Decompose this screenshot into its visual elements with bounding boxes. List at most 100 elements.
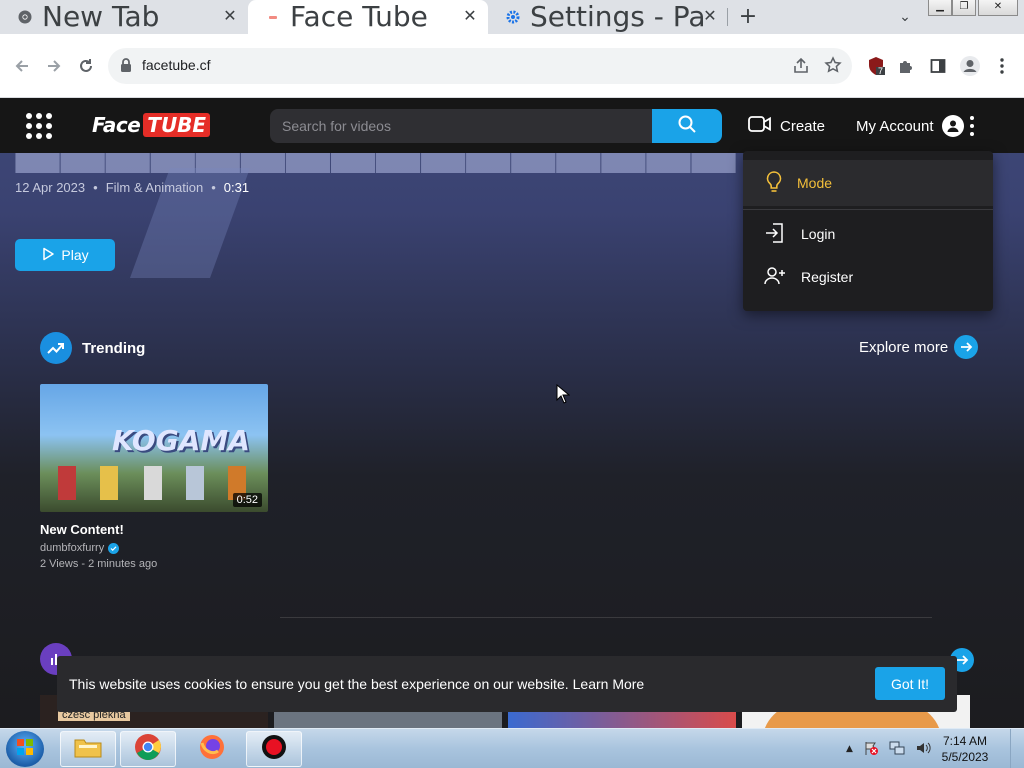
section-title: Trending: [82, 339, 146, 357]
video-duration-badge: 0:52: [232, 493, 262, 507]
taskbar-recorder[interactable]: [246, 731, 302, 767]
apps-grid-icon[interactable]: [26, 113, 52, 139]
menu-item-register[interactable]: Register: [743, 255, 993, 299]
system-tray: ▲: [846, 739, 931, 759]
shield-extension-icon[interactable]: 7: [864, 54, 888, 78]
profile-icon[interactable]: [958, 54, 982, 78]
video-thumbnail[interactable]: KOGAMA 0:52: [40, 384, 268, 512]
learn-more-link[interactable]: Learn More: [573, 676, 645, 692]
lightbulb-icon: [765, 170, 783, 197]
menu-item-label: Register: [801, 269, 854, 285]
tab-title: New Tab: [42, 0, 160, 33]
forward-arrow-icon[interactable]: [42, 54, 66, 78]
chrome-icon: [18, 10, 32, 24]
thumbnail-character: [100, 466, 118, 500]
tab-face-tube[interactable]: Face Tube ✕: [248, 0, 488, 34]
create-button[interactable]: Create: [748, 114, 825, 138]
site-menu-kebab-icon[interactable]: [968, 116, 976, 136]
channel-name: dumbfoxfurry: [40, 542, 105, 554]
windows-taskbar: ▲ 7:14 AM 5/5/2023: [0, 728, 1024, 768]
network-icon[interactable]: [889, 740, 905, 759]
taskbar-clock[interactable]: 7:14 AM 5/5/2023: [934, 733, 996, 765]
tab-new-tab[interactable]: New Tab ✕: [0, 0, 248, 34]
close-tab-icon[interactable]: ✕: [460, 6, 480, 26]
close-tab-icon[interactable]: ✕: [220, 6, 240, 26]
start-button[interactable]: [6, 731, 44, 767]
back-arrow-icon[interactable]: [10, 54, 34, 78]
meta-bullet: •: [211, 180, 216, 195]
extension-badge: 7: [878, 66, 884, 76]
hero-duration: 0:31: [223, 180, 250, 195]
record-icon: [261, 734, 287, 764]
bookmark-star-icon[interactable]: [824, 56, 842, 78]
puzzle-extensions-icon[interactable]: [894, 54, 918, 78]
reload-icon[interactable]: [74, 54, 98, 78]
clock-time: 7:14 AM: [942, 734, 988, 748]
thumbnail-logo-text: KOGAMA: [112, 424, 250, 457]
gear-icon: [506, 10, 520, 24]
menu-item-mode[interactable]: Mode: [743, 160, 993, 206]
browser-menu-kebab-icon[interactable]: [990, 54, 1014, 78]
cookie-consent-banner: This website uses cookies to ensure you …: [57, 656, 957, 712]
got-it-button[interactable]: Got It!: [875, 667, 945, 700]
volume-icon[interactable]: [915, 740, 931, 759]
create-label: Create: [780, 117, 826, 135]
new-tab-button[interactable]: +: [736, 4, 760, 30]
tab-settings[interactable]: Settings - Pa ✕: [488, 0, 728, 34]
window-close-button[interactable]: ✕: [978, 0, 1018, 16]
user-avatar-icon: [941, 115, 964, 137]
verified-check-icon: [108, 542, 120, 554]
thumbnail-character: [186, 466, 204, 500]
account-dropdown-menu: Mode Login Register: [743, 151, 993, 311]
my-account-button[interactable]: My Account: [856, 114, 964, 138]
play-button[interactable]: Play: [15, 239, 115, 271]
explore-more-link[interactable]: Explore more: [859, 334, 979, 360]
tab-title: Face Tube: [290, 0, 428, 33]
facetube-logo[interactable]: Face TUBE: [92, 112, 211, 138]
firefox-icon: [198, 733, 226, 765]
explore-more-label: Explore more: [859, 338, 949, 356]
menu-item-label: Mode: [797, 175, 833, 191]
lock-icon[interactable]: [120, 58, 132, 77]
clock-date: 5/5/2023: [941, 750, 989, 764]
site-navbar: Face TUBE Create My Account: [0, 98, 1024, 153]
browser-toolbar: facetube.cf 7: [0, 34, 1024, 98]
show-desktop-button[interactable]: [1010, 729, 1024, 768]
thumbnail-character: [58, 466, 76, 500]
video-card[interactable]: KOGAMA 0:52 New Content! dumbfoxfurry 2 …: [40, 384, 268, 570]
taskbar-firefox[interactable]: [184, 731, 240, 767]
side-panel-icon[interactable]: [926, 54, 950, 78]
taskbar-chrome[interactable]: [120, 731, 176, 767]
minimize-button[interactable]: ▁: [928, 0, 952, 16]
cookie-message: This website uses cookies to ensure you …: [69, 676, 569, 692]
facetube-page: ▆▆▆▆▆▆▆▆▆▆▆▆▆▆▆▆ 12 Apr 2023 • Film & An…: [0, 98, 1024, 728]
play-label: Play: [61, 247, 89, 263]
meta-bullet: •: [93, 180, 98, 195]
search-input[interactable]: [270, 109, 652, 143]
search-button[interactable]: [652, 109, 722, 143]
video-meta: 2 Views - 2 minutes ago: [40, 558, 158, 570]
share-icon[interactable]: [792, 57, 810, 79]
video-camera-icon: [748, 115, 772, 137]
tray-overflow-arrow-icon[interactable]: ▲: [846, 744, 853, 754]
arrow-right-icon: [954, 335, 979, 359]
hero-category[interactable]: Film & Animation: [106, 180, 204, 195]
tab-strip: New Tab ✕ Face Tube ✕ Settings - Pa ✕ + …: [0, 0, 1024, 34]
mouse-cursor-icon: [556, 383, 571, 408]
url-text[interactable]: facetube.cf: [142, 57, 211, 73]
taskbar-file-explorer[interactable]: [60, 731, 116, 767]
close-tab-icon[interactable]: ✕: [700, 6, 720, 26]
video-title[interactable]: New Content!: [40, 522, 268, 537]
folder-icon: [73, 735, 103, 763]
thumbnail-character: [144, 466, 162, 500]
trending-up-icon: [40, 332, 72, 364]
menu-item-login[interactable]: Login: [743, 212, 993, 256]
search-icon: [677, 114, 697, 138]
video-channel[interactable]: dumbfoxfurry: [40, 542, 268, 554]
add-user-icon: [763, 264, 787, 291]
facetube-favicon-icon: [266, 10, 280, 24]
address-bar[interactable]: facetube.cf: [108, 48, 852, 84]
maximize-button[interactable]: ❐: [952, 0, 976, 16]
tab-search-chevron-icon[interactable]: ⌄: [894, 6, 916, 28]
action-center-flag-icon[interactable]: [863, 740, 879, 759]
